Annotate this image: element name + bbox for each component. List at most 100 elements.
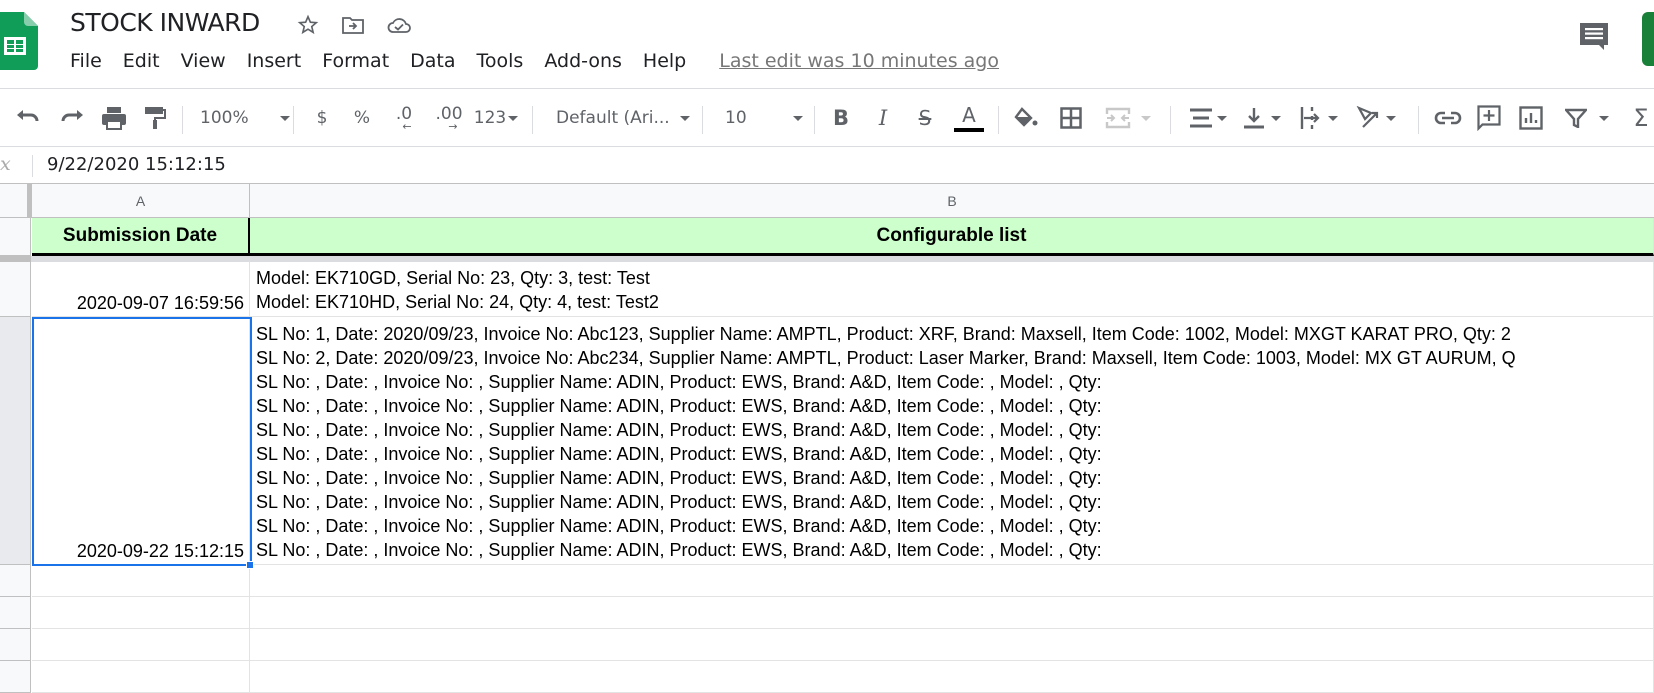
decrease-decimal-button[interactable]: .0 ←	[390, 104, 418, 132]
document-title[interactable]: STOCK INWARD	[70, 8, 260, 37]
row-header-3[interactable]	[0, 317, 31, 565]
borders-icon[interactable]	[1058, 104, 1084, 132]
list-line: SL No: , Date: , Invoice No: , Supplier …	[256, 540, 1102, 560]
vertical-align-icon[interactable]	[1240, 104, 1284, 132]
divider	[32, 155, 33, 177]
list-line: SL No: , Date: , Invoice No: , Supplier …	[256, 420, 1102, 440]
menu-bar: File Edit View Insert Format Data Tools …	[70, 50, 999, 72]
insert-link-icon[interactable]	[1432, 104, 1464, 132]
star-icon[interactable]	[295, 12, 321, 38]
submission-date: 2020-09-22 15:12:15	[76, 541, 244, 561]
more-formats-label: 123	[473, 108, 507, 128]
select-all-corner[interactable]	[0, 183, 32, 218]
percent-format-button[interactable]: %	[350, 104, 374, 132]
cell-b2[interactable]: Model: EK710GD, Serial No: 23, Qty: 3, t…	[250, 262, 1654, 317]
list-line: SL No: , Date: , Invoice No: , Supplier …	[256, 516, 1102, 536]
formula-bar: x 9/22/2020 15:12:15	[0, 146, 1654, 184]
insert-chart-icon[interactable]	[1516, 104, 1546, 132]
italic-button[interactable]: I	[870, 104, 896, 132]
cell-a2[interactable]: 2020-09-07 16:59:56	[32, 262, 250, 317]
cell-b6[interactable]	[250, 629, 1654, 661]
menu-tools[interactable]: Tools	[477, 50, 524, 72]
row-header-5[interactable]	[0, 597, 31, 629]
list-line: Model: EK710GD, Serial No: 23, Qty: 3, t…	[256, 268, 650, 288]
currency-format-button[interactable]: $	[310, 104, 334, 132]
list-line: SL No: , Date: , Invoice No: , Supplier …	[256, 492, 1102, 512]
menu-format[interactable]: Format	[322, 50, 389, 72]
list-line: SL No: , Date: , Invoice No: , Supplier …	[256, 396, 1102, 416]
chevron-down-icon	[1141, 115, 1151, 121]
last-edit-link[interactable]: Last edit was 10 minutes ago	[719, 50, 999, 72]
cell-a5[interactable]	[32, 597, 250, 629]
insert-comment-icon[interactable]	[1474, 104, 1504, 132]
text-wrapping-icon[interactable]	[1296, 104, 1342, 132]
undo-icon[interactable]	[14, 104, 42, 132]
list-line: SL No: , Date: , Invoice No: , Supplier …	[256, 468, 1102, 488]
text-color-swatch	[954, 128, 984, 132]
strikethrough-button[interactable]: S	[912, 104, 938, 132]
menu-edit[interactable]: Edit	[123, 50, 160, 72]
row-header-4[interactable]	[0, 565, 31, 597]
menu-add-ons[interactable]: Add-ons	[544, 50, 622, 72]
list-line: SL No: 1, Date: 2020/09/23, Invoice No: …	[256, 324, 1511, 344]
header-cell-configurable-list[interactable]: Configurable list	[250, 218, 1654, 256]
menu-insert[interactable]: Insert	[247, 50, 302, 72]
horizontal-align-icon[interactable]	[1186, 104, 1230, 132]
column-header-b[interactable]: B	[250, 183, 1654, 218]
move-folder-icon[interactable]	[340, 12, 366, 38]
submission-date: 2020-09-07 16:59:56	[76, 293, 244, 313]
toolbar: 100% $ % .0 ← .00 → 123 Default (Ari... …	[0, 92, 1654, 144]
list-line: SL No: , Date: , Invoice No: , Supplier …	[256, 372, 1102, 392]
menu-view[interactable]: View	[181, 50, 226, 72]
functions-button[interactable]: Σ	[1628, 104, 1654, 132]
divider	[182, 106, 183, 134]
row-header-7[interactable]	[0, 661, 31, 693]
increase-decimal-button[interactable]: .00 →	[432, 104, 466, 132]
cell-b3[interactable]: SL No: 1, Date: 2020/09/23, Invoice No: …	[250, 317, 1654, 565]
cell-b4[interactable]	[250, 565, 1654, 597]
zoom-value: 100%	[200, 108, 249, 128]
merge-cells-icon[interactable]	[1100, 104, 1156, 132]
redo-icon[interactable]	[58, 104, 86, 132]
share-button[interactable]	[1642, 12, 1654, 66]
row-header-2[interactable]	[0, 262, 31, 317]
row-header-6[interactable]	[0, 629, 31, 661]
zoom-select[interactable]: 100%	[200, 104, 290, 132]
sheets-logo[interactable]	[0, 10, 38, 70]
font-size-select[interactable]: 10	[725, 104, 803, 132]
list-line: SL No: , Date: , Invoice No: , Supplier …	[256, 444, 1102, 464]
chevron-down-icon	[280, 115, 290, 121]
print-icon[interactable]	[100, 104, 128, 132]
arrow-left-icon: ←	[402, 120, 412, 133]
configurable-list-lines: SL No: 1, Date: 2020/09/23, Invoice No: …	[256, 322, 1516, 562]
chevron-down-icon	[793, 115, 803, 121]
fill-color-icon[interactable]	[1012, 104, 1040, 132]
formula-input[interactable]: 9/22/2020 15:12:15	[47, 154, 226, 175]
menu-data[interactable]: Data	[410, 50, 455, 72]
column-header-a[interactable]: A	[32, 183, 250, 218]
fill-handle[interactable]	[246, 561, 254, 569]
text-color-button[interactable]: A	[953, 104, 985, 132]
cell-a7[interactable]	[32, 661, 250, 693]
more-formats-button[interactable]: 123	[472, 104, 520, 132]
filter-icon[interactable]	[1560, 104, 1614, 132]
chevron-down-icon	[1599, 115, 1609, 121]
cell-b7[interactable]	[250, 661, 1654, 693]
menu-file[interactable]: File	[70, 50, 102, 72]
font-family-select[interactable]: Default (Ari...	[556, 104, 690, 132]
menu-help[interactable]: Help	[643, 50, 686, 72]
cell-a3[interactable]: 2020-09-22 15:12:15	[32, 317, 250, 565]
cell-a6[interactable]	[32, 629, 250, 661]
header-cell-submission-date[interactable]: Submission Date	[32, 218, 250, 256]
cell-b5[interactable]	[250, 597, 1654, 629]
text-color-label: A	[962, 103, 976, 127]
row-header-1[interactable]	[0, 218, 31, 256]
bold-button[interactable]: B	[828, 104, 854, 132]
cell-a4[interactable]	[32, 565, 250, 597]
divider	[814, 106, 815, 134]
text-rotation-icon[interactable]	[1352, 104, 1400, 132]
comment-history-icon[interactable]	[1578, 20, 1614, 54]
cloud-saved-icon[interactable]	[386, 12, 412, 38]
divider	[1170, 106, 1171, 134]
paint-format-icon[interactable]	[142, 104, 168, 132]
